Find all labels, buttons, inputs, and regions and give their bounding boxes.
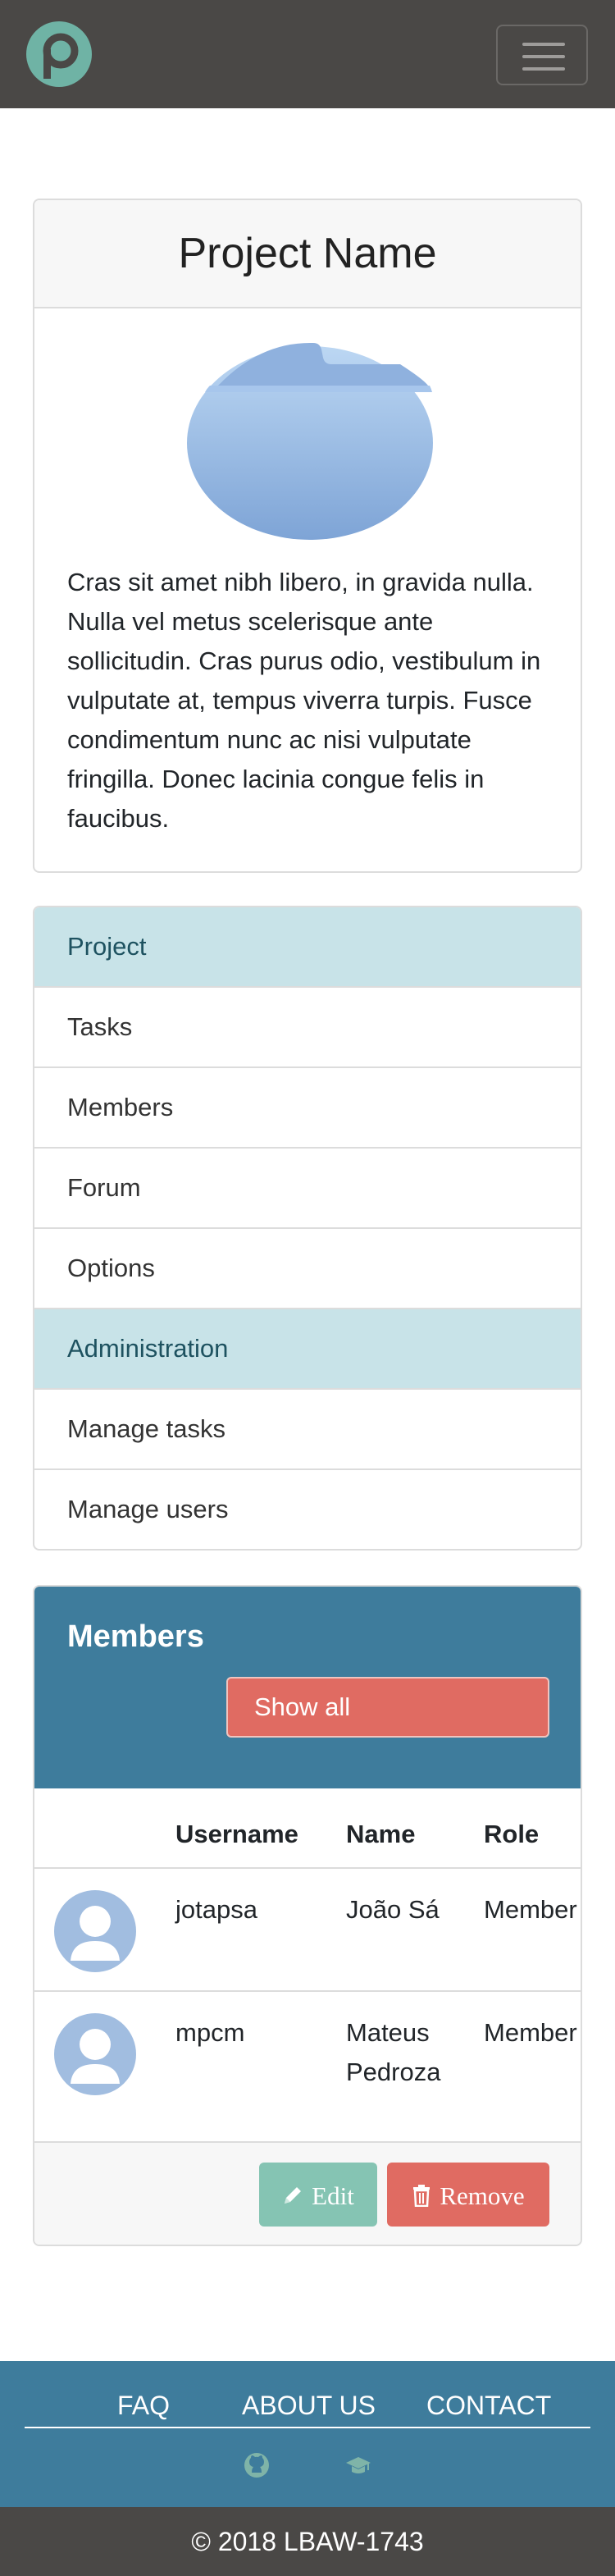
p-logo-icon[interactable]	[26, 21, 92, 87]
avatar	[54, 1890, 136, 1972]
show-all-button[interactable]: Show all	[226, 1677, 549, 1738]
column-header-username: Username	[175, 1820, 298, 1848]
edit-button-label: Edit	[312, 2181, 354, 2210]
footer-divider	[25, 2427, 590, 2428]
github-icon[interactable]	[243, 2451, 271, 2479]
menu-item-members[interactable]: Members	[34, 1068, 581, 1149]
member-username: mpcm	[175, 2018, 245, 2047]
members-card-footer: Edit Remove	[34, 2141, 581, 2245]
member-name-line2: Pedroza	[346, 2058, 441, 2086]
project-card: Project Name Cras sit amet nibh libero, …	[33, 199, 582, 873]
graduation-cap-icon[interactable]	[344, 2451, 372, 2479]
member-role: Member	[484, 1895, 577, 1924]
footer-link-faq[interactable]: FAQ	[117, 2391, 170, 2421]
table-header-divider	[34, 1867, 581, 1869]
column-header-role: Role	[484, 1820, 540, 1848]
members-title: Members	[67, 1619, 204, 1654]
menu-item-options[interactable]: Options	[34, 1229, 581, 1309]
column-header-name: Name	[346, 1820, 416, 1848]
copyright-bar: © 2018 LBAW-1743	[0, 2507, 615, 2576]
members-card: Members Show all Username Name Role jota…	[33, 1585, 582, 2246]
folder-icon	[187, 343, 433, 540]
menu-item-administration[interactable]: Administration	[34, 1309, 581, 1390]
project-menu: Project Tasks Members Forum Options Admi…	[33, 906, 582, 1551]
footer-link-about-us[interactable]: ABOUT US	[242, 2391, 376, 2421]
site-footer: FAQ ABOUT US CONTACT	[0, 2361, 615, 2507]
menu-item-manage-users[interactable]: Manage users	[34, 1470, 581, 1549]
menu-item-manage-tasks[interactable]: Manage tasks	[34, 1390, 581, 1470]
edit-button[interactable]: Edit	[259, 2163, 377, 2227]
menu-toggle-button[interactable]	[496, 25, 588, 85]
row-divider	[34, 1990, 581, 1992]
pencil-icon	[285, 2187, 302, 2204]
project-card-header: Project Name	[34, 200, 581, 308]
avatar	[54, 2013, 136, 2095]
member-name: João Sá	[346, 1895, 440, 1924]
footer-link-contact[interactable]: CONTACT	[426, 2391, 551, 2421]
member-role: Member	[484, 2018, 577, 2047]
project-description: Cras sit amet nibh libero, in gravida nu…	[67, 568, 541, 833]
project-title: Project Name	[178, 230, 437, 277]
trash-icon	[413, 2185, 430, 2208]
remove-button[interactable]: Remove	[387, 2163, 549, 2227]
remove-button-label: Remove	[440, 2181, 525, 2210]
top-navbar	[0, 0, 615, 108]
member-username: jotapsa	[175, 1895, 257, 1924]
menu-item-tasks[interactable]: Tasks	[34, 988, 581, 1068]
menu-item-project[interactable]: Project	[34, 907, 581, 988]
members-card-header: Members Show all	[34, 1587, 581, 1788]
menu-item-forum[interactable]: Forum	[34, 1149, 581, 1229]
member-name: Mateus	[346, 2018, 430, 2047]
hamburger-icon	[522, 43, 565, 46]
